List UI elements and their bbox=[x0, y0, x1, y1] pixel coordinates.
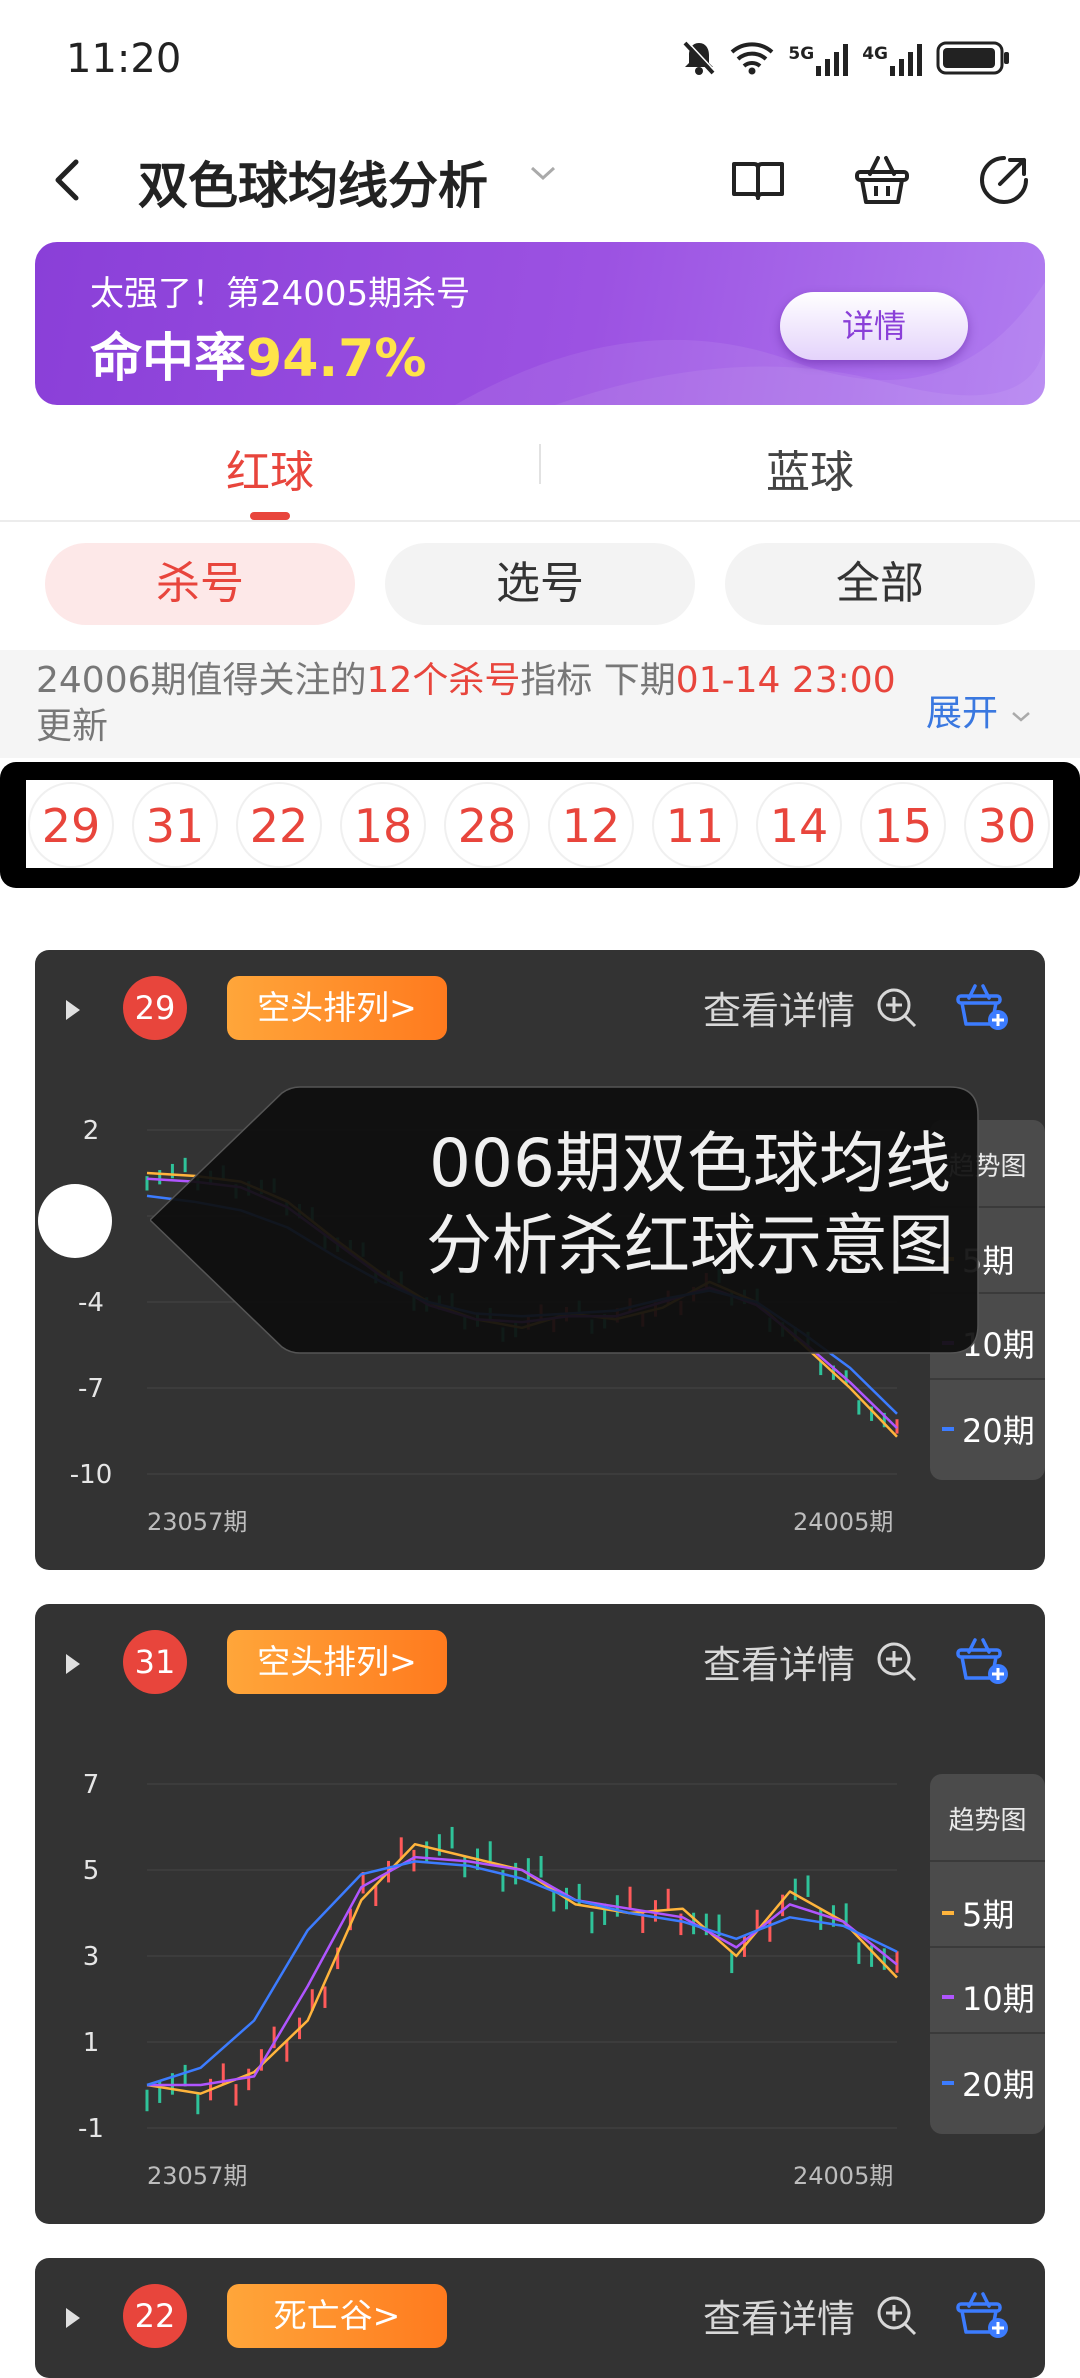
filter-all-button[interactable]: 全部 bbox=[725, 543, 1035, 625]
battery-icon bbox=[936, 41, 1010, 79]
share-icon[interactable] bbox=[974, 150, 1034, 210]
filter-kill-button[interactable]: 杀号 bbox=[45, 543, 355, 625]
kill-number-ball[interactable]: 14 bbox=[756, 782, 842, 868]
chart-legend: 趋势图 5期 10期 20期 bbox=[930, 1774, 1045, 2134]
banner-headline: 太强了！第24005期杀号 bbox=[90, 274, 471, 314]
signal-4g-icon: 4G bbox=[862, 44, 922, 76]
mute-bell-icon bbox=[682, 40, 716, 80]
play-triangle-icon[interactable] bbox=[63, 2306, 83, 2334]
view-details-link[interactable]: 查看详情 bbox=[703, 2288, 855, 2343]
chevron-down-icon bbox=[1012, 712, 1031, 722]
kill-number-ball[interactable]: 15 bbox=[860, 782, 946, 868]
caption-text: 006期双色球均线分析杀红球示意图 bbox=[426, 1125, 954, 1284]
page-title[interactable]: 双色球均线分析 bbox=[138, 146, 488, 218]
notice-bar: 24006期值得关注的12个杀号指标 下期01-14 23:00更新 展开 bbox=[0, 650, 1080, 758]
pattern-tag[interactable]: 死亡谷> bbox=[227, 2284, 447, 2348]
notice-text: 24006期值得关注的12个杀号指标 下期01-14 23:00更新 bbox=[36, 660, 896, 747]
chevron-down-icon[interactable] bbox=[528, 164, 558, 188]
kill-number-ball[interactable]: 18 bbox=[340, 782, 426, 868]
legend-title: 趋势图 bbox=[948, 1806, 1027, 1836]
book-icon[interactable] bbox=[728, 150, 788, 210]
clock: 11:20 bbox=[66, 36, 182, 82]
kill-number-ball[interactable]: 29 bbox=[28, 782, 114, 868]
ma-line-chart bbox=[145, 1783, 899, 2129]
floating-handle[interactable] bbox=[38, 1184, 112, 1258]
tab-blue-ball[interactable]: 蓝球 bbox=[540, 436, 1080, 500]
kill-number-ball[interactable]: 28 bbox=[444, 782, 530, 868]
caption-overlay: 006期双色球均线分析杀红球示意图 bbox=[148, 1085, 980, 1355]
promo-banner[interactable]: 太强了！第24005期杀号 命中率94.7% 详情 bbox=[35, 242, 1045, 405]
series-line-ma5 bbox=[146, 1842, 898, 2095]
kill-number-ball[interactable]: 12 bbox=[548, 782, 634, 868]
kill-number-ball[interactable]: 31 bbox=[132, 782, 218, 868]
legend-item-ma10[interactable]: 10期 bbox=[930, 1974, 1045, 2020]
kill-numbers-strip: 29 31 22 18 28 12 11 14 15 30 bbox=[0, 762, 1080, 888]
top-app-bar: 双色球均线分析 bbox=[0, 130, 1080, 230]
legend-item-ma20[interactable]: 20期 bbox=[930, 1406, 1045, 1452]
kill-number-ball[interactable]: 30 bbox=[964, 782, 1050, 868]
back-arrow-icon[interactable] bbox=[40, 150, 100, 210]
wifi-icon bbox=[730, 41, 774, 79]
kill-number-ball[interactable]: 11 bbox=[652, 782, 738, 868]
banner-details-button[interactable]: 详情 bbox=[780, 292, 968, 360]
legend-item-ma5[interactable]: 5期 bbox=[930, 1890, 1045, 1936]
expand-button[interactable]: 展开 bbox=[926, 684, 1033, 736]
legend-item-ma20[interactable]: 20期 bbox=[930, 2060, 1045, 2106]
add-to-basket-icon[interactable] bbox=[955, 2288, 1011, 2344]
hit-rate-label: 命中率 bbox=[90, 329, 247, 389]
status-bar: 11:20 5G 4G bbox=[0, 0, 1080, 120]
tab-red-ball[interactable]: 红球 bbox=[0, 436, 540, 500]
ball-type-tabs: 红球 蓝球 bbox=[0, 420, 1080, 522]
series-line-ma10 bbox=[147, 1855, 898, 2087]
active-tab-indicator bbox=[250, 512, 290, 520]
indicator-card: 31 空头排列> 查看详情 7 5 3 1 -1 23057期 24005期 趋… bbox=[35, 1604, 1045, 2224]
basket-icon[interactable] bbox=[852, 150, 912, 210]
ball-number-badge: 22 bbox=[123, 2284, 187, 2348]
filter-pick-button[interactable]: 选号 bbox=[385, 543, 695, 625]
hit-rate-value: 94.7% bbox=[246, 329, 427, 389]
signal-5g-icon: 5G bbox=[788, 44, 849, 76]
banner-hit-rate: 命中率94.7% bbox=[90, 316, 426, 391]
kill-number-ball[interactable]: 22 bbox=[236, 782, 322, 868]
zoom-in-icon[interactable] bbox=[875, 2294, 919, 2342]
series-line-ma20 bbox=[146, 1860, 898, 2087]
indicator-card: 22 死亡谷> 查看详情 bbox=[35, 2258, 1045, 2378]
